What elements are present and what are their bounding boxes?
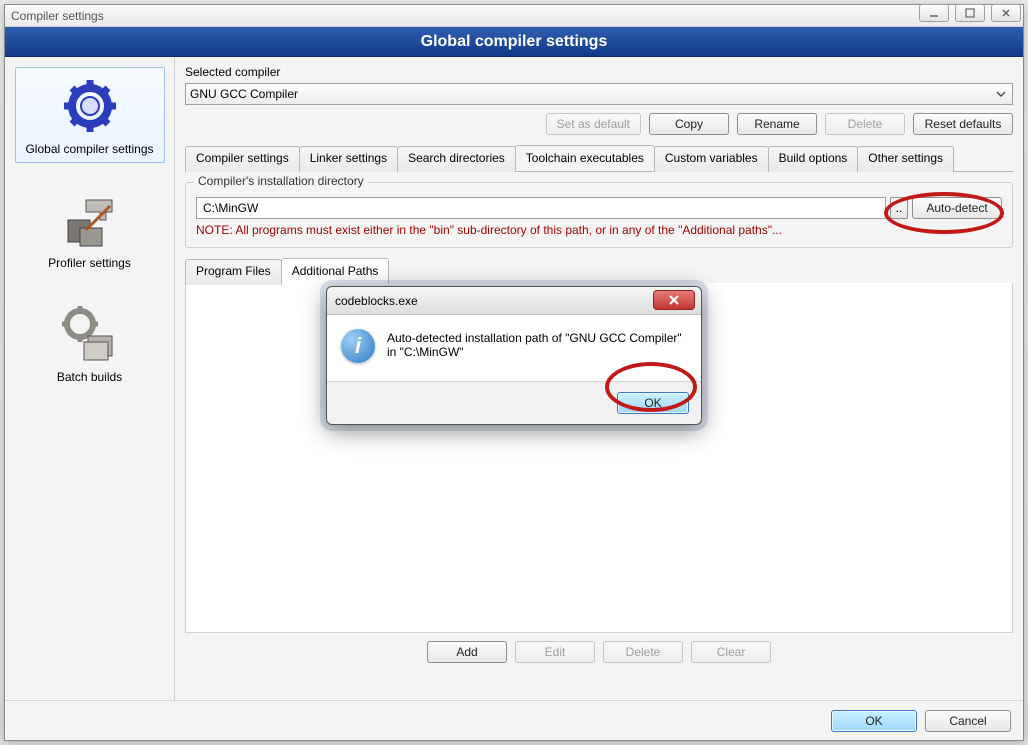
install-directory-group: Compiler's installation directory C:\Min… <box>185 182 1013 248</box>
maximize-button[interactable] <box>955 4 985 22</box>
dialog-ok-button[interactable]: OK <box>617 392 689 414</box>
subtab-program-files[interactable]: Program Files <box>185 259 282 285</box>
compiler-dropdown-value: GNU GCC Compiler <box>190 87 298 101</box>
selected-compiler-label: Selected compiler <box>185 65 1013 79</box>
window-controls <box>919 4 1021 22</box>
delete-compiler-button[interactable]: Delete <box>825 113 905 135</box>
compiler-button-row: Set as default Copy Rename Delete Reset … <box>185 113 1013 135</box>
chevron-down-icon <box>996 88 1006 102</box>
set-default-button[interactable]: Set as default <box>546 113 641 135</box>
tab-compiler-settings[interactable]: Compiler settings <box>185 146 300 172</box>
path-button-row: Add Edit Delete Clear <box>185 641 1013 663</box>
dialog-footer-row: OK <box>327 381 701 424</box>
dialog-title: codeblocks.exe <box>335 294 418 308</box>
tab-linker-settings[interactable]: Linker settings <box>299 146 398 172</box>
rename-button[interactable]: Rename <box>737 113 817 135</box>
tab-custom-variables[interactable]: Custom variables <box>654 146 769 172</box>
tab-search-directories[interactable]: Search directories <box>397 146 516 172</box>
dialog-footer: OK Cancel <box>5 700 1023 740</box>
minimize-button[interactable] <box>919 4 949 22</box>
profiler-icon <box>58 188 122 252</box>
info-dialog: codeblocks.exe i Auto-detected installat… <box>326 286 702 425</box>
gear-icon <box>58 74 122 138</box>
install-directory-input[interactable]: C:\MinGW <box>196 197 886 219</box>
main-tabs: Compiler settings Linker settings Search… <box>185 145 1013 172</box>
batch-build-icon <box>58 302 122 366</box>
install-directory-note: NOTE: All programs must exist either in … <box>196 223 1002 237</box>
compiler-dropdown[interactable]: GNU GCC Compiler <box>185 83 1013 105</box>
sidebar: Global compiler settings Profiler settin… <box>5 57 175 700</box>
dialog-titlebar: codeblocks.exe <box>327 287 701 315</box>
tab-build-options[interactable]: Build options <box>768 146 859 172</box>
sidebar-item-label: Profiler settings <box>48 256 131 270</box>
sidebar-item-global-compiler[interactable]: Global compiler settings <box>15 67 165 163</box>
titlebar: Compiler settings <box>5 5 1023 27</box>
subtab-additional-paths[interactable]: Additional Paths <box>281 258 390 284</box>
info-icon: i <box>341 329 375 363</box>
reset-defaults-button[interactable]: Reset defaults <box>913 113 1013 135</box>
dialog-message: Auto-detected installation path of "GNU … <box>387 329 687 363</box>
banner-title: Global compiler settings <box>5 27 1023 57</box>
tab-other-settings[interactable]: Other settings <box>857 146 954 172</box>
add-path-button[interactable]: Add <box>427 641 507 663</box>
delete-path-button[interactable]: Delete <box>603 641 683 663</box>
edit-path-button[interactable]: Edit <box>515 641 595 663</box>
paths-subtabs: Program Files Additional Paths <box>185 258 1013 284</box>
sidebar-item-profiler[interactable]: Profiler settings <box>15 181 165 277</box>
dialog-body: i Auto-detected installation path of "GN… <box>327 315 701 381</box>
tab-toolchain-executables[interactable]: Toolchain executables <box>515 145 655 171</box>
sidebar-item-batch-builds[interactable]: Batch builds <box>15 295 165 391</box>
install-directory-legend: Compiler's installation directory <box>194 174 368 188</box>
cancel-button[interactable]: Cancel <box>925 710 1011 732</box>
close-button[interactable] <box>991 4 1021 22</box>
clear-paths-button[interactable]: Clear <box>691 641 771 663</box>
sidebar-item-label: Batch builds <box>57 370 122 384</box>
ok-button[interactable]: OK <box>831 710 917 732</box>
browse-button[interactable]: .. <box>890 197 908 219</box>
install-directory-value: C:\MinGW <box>203 201 258 215</box>
copy-button[interactable]: Copy <box>649 113 729 135</box>
sidebar-item-label: Global compiler settings <box>25 142 153 156</box>
dialog-close-button[interactable] <box>653 290 695 310</box>
auto-detect-button[interactable]: Auto-detect <box>912 197 1002 219</box>
window-title: Compiler settings <box>11 9 1017 23</box>
